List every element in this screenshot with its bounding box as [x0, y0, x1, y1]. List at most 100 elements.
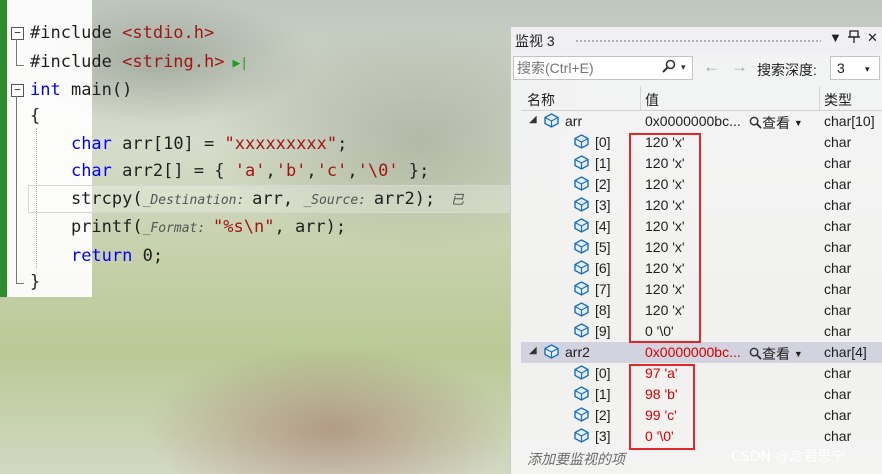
- close-icon[interactable]: ✕: [867, 30, 878, 46]
- watch-row-arr[interactable]: ◢ arr 0x0000000bc... 查看 ▼ char[10]: [521, 111, 882, 132]
- code-token: #include: [30, 52, 123, 72]
- fold-toggle-includes[interactable]: −: [11, 27, 24, 40]
- variable-object-icon: [574, 134, 589, 149]
- watch-type: char: [824, 281, 852, 297]
- watch-window[interactable]: 监视 3 ▼ ✕ ▾ ← → 搜索深度: 3 ▾ 名称 值 类型 ◢ arr 0x0…: [510, 27, 882, 474]
- code-line[interactable]: char arr[10] = "xxxxxxxxx";: [30, 131, 347, 157]
- watch-name: [0]: [595, 134, 611, 150]
- watch-row-element[interactable]: [3] 0 '\0' char: [521, 426, 882, 447]
- watch-name: [2]: [595, 176, 611, 192]
- search-input[interactable]: [517, 59, 657, 77]
- collapse-arrow-icon[interactable]: ◢: [529, 114, 537, 125]
- watch-name: [6]: [595, 260, 611, 276]
- add-watch-placeholder[interactable]: 添加要监视的项: [527, 449, 625, 469]
- code-line[interactable]: int main(): [30, 77, 132, 103]
- search-options-chevron-down-icon[interactable]: ▾: [681, 62, 686, 73]
- column-value[interactable]: 值: [645, 90, 659, 110]
- window-menu-dropdown-icon[interactable]: ▼: [829, 30, 842, 45]
- forward-arrow-icon[interactable]: →: [731, 57, 748, 77]
- watch-name: arr: [565, 113, 583, 129]
- fold-guide-end: [16, 65, 24, 66]
- back-arrow-icon[interactable]: ←: [703, 57, 720, 77]
- watch-row-element[interactable]: [9] 0 '\0' char: [521, 321, 882, 342]
- watch-name: [9]: [595, 323, 611, 339]
- code-line[interactable]: strcpy(_Destination: arr, _Source: arr2)…: [30, 186, 464, 212]
- watch-row-element[interactable]: [0] 120 'x' char: [521, 132, 882, 153]
- fold-guide: [16, 39, 17, 65]
- change-tracking-bar: [0, 0, 7, 297]
- watch-type: char: [824, 323, 852, 339]
- code-token: #include: [30, 23, 123, 43]
- search-box[interactable]: ▾: [513, 56, 693, 80]
- collapse-arrow-icon[interactable]: ◢: [529, 345, 537, 356]
- run-to-cursor-icon[interactable]: ▶|: [232, 56, 248, 71]
- code-line[interactable]: {: [30, 103, 40, 129]
- code-line[interactable]: return 0;: [30, 243, 163, 269]
- code-token: arr2);: [373, 189, 436, 209]
- chevron-down-icon[interactable]: ▼: [794, 118, 803, 128]
- watch-name: [1]: [595, 386, 611, 402]
- watch-row-element[interactable]: [3] 120 'x' char: [521, 195, 882, 216]
- code-line[interactable]: printf(_Format: "%s\n", arr);: [30, 214, 346, 240]
- visualizer-view-button[interactable]: 查看 ▼: [749, 113, 803, 133]
- parameter-hint: _Format:: [142, 221, 214, 236]
- view-label: 查看: [762, 115, 790, 131]
- watch-row-element[interactable]: [0] 97 'a' char: [521, 363, 882, 384]
- column-name[interactable]: 名称: [527, 90, 555, 110]
- watch-row-element[interactable]: [1] 98 'b' char: [521, 384, 882, 405]
- watch-row-element[interactable]: [1] 120 'x' char: [521, 153, 882, 174]
- watch-name: [5]: [595, 239, 611, 255]
- watch-type: char[4]: [824, 344, 867, 360]
- watch-row-element[interactable]: [7] 120 'x' char: [521, 279, 882, 300]
- watch-title-bar[interactable]: 监视 3 ▼ ✕: [511, 27, 882, 53]
- code-line[interactable]: #include <string.h> ▶|: [30, 49, 248, 75]
- watch-row-element[interactable]: [4] 120 'x' char: [521, 216, 882, 237]
- search-depth-label: 搜索深度:: [757, 62, 817, 78]
- highlight-box-arr2: [629, 364, 695, 450]
- code-line[interactable]: }: [30, 269, 40, 295]
- watch-column-header: 名称 值 类型: [521, 86, 882, 111]
- code-token: ,: [306, 161, 317, 181]
- search-icon[interactable]: [662, 59, 676, 76]
- watch-row-arr2[interactable]: ◢ arr2 0x0000000bc... 查看 ▼ char[4]: [521, 342, 882, 363]
- column-type[interactable]: 类型: [824, 90, 852, 110]
- watch-value[interactable]: 0x0000000bc...: [645, 113, 741, 129]
- view-label: 查看: [762, 346, 790, 362]
- column-splitter[interactable]: [640, 86, 641, 110]
- code-token: 'a': [234, 161, 266, 181]
- column-splitter[interactable]: [819, 86, 820, 110]
- code-token: 0;: [132, 246, 164, 266]
- code-token: return: [70, 246, 133, 266]
- watch-name: [8]: [595, 302, 611, 318]
- search-depth-select[interactable]: 3 ▾: [830, 56, 880, 80]
- parameter-hint: _Source:: [303, 193, 374, 208]
- watch-row-element[interactable]: [2] 99 'c' char: [521, 405, 882, 426]
- code-token: 'c': [316, 161, 348, 181]
- code-line[interactable]: char arr2[] = { 'a','b','c','\0' };: [30, 158, 429, 184]
- pin-icon[interactable]: [848, 30, 860, 47]
- watch-type: char: [824, 176, 852, 192]
- chevron-down-icon[interactable]: ▼: [794, 349, 803, 359]
- watch-type: char: [824, 239, 852, 255]
- code-token: ,: [265, 161, 276, 181]
- code-token: char: [70, 134, 112, 154]
- code-line[interactable]: #include <stdio.h>: [30, 20, 214, 46]
- visualizer-view-button[interactable]: 查看 ▼: [749, 344, 803, 364]
- fold-toggle-main[interactable]: −: [11, 84, 24, 97]
- watch-row-element[interactable]: [5] 120 'x' char: [521, 237, 882, 258]
- watch-row-element[interactable]: [8] 120 'x' char: [521, 300, 882, 321]
- variable-object-icon: [544, 113, 559, 128]
- title-grip[interactable]: [575, 39, 821, 43]
- chevron-down-icon[interactable]: ▾: [865, 64, 870, 75]
- watch-value[interactable]: 0x0000000bc...: [645, 344, 741, 360]
- watch-row-element[interactable]: [6] 120 'x' char: [521, 258, 882, 279]
- code-editor[interactable]: − − #include <stdio.h> #include <string.h…: [0, 0, 510, 474]
- watermark: CSDN @念君思宁: [731, 449, 846, 465]
- code-token: "xxxxxxxxx": [224, 134, 338, 154]
- watch-type: char: [824, 365, 852, 381]
- variable-object-icon: [574, 155, 589, 170]
- watch-name: [1]: [595, 155, 611, 171]
- watch-type: char: [824, 218, 852, 234]
- watch-row-element[interactable]: [2] 120 'x' char: [521, 174, 882, 195]
